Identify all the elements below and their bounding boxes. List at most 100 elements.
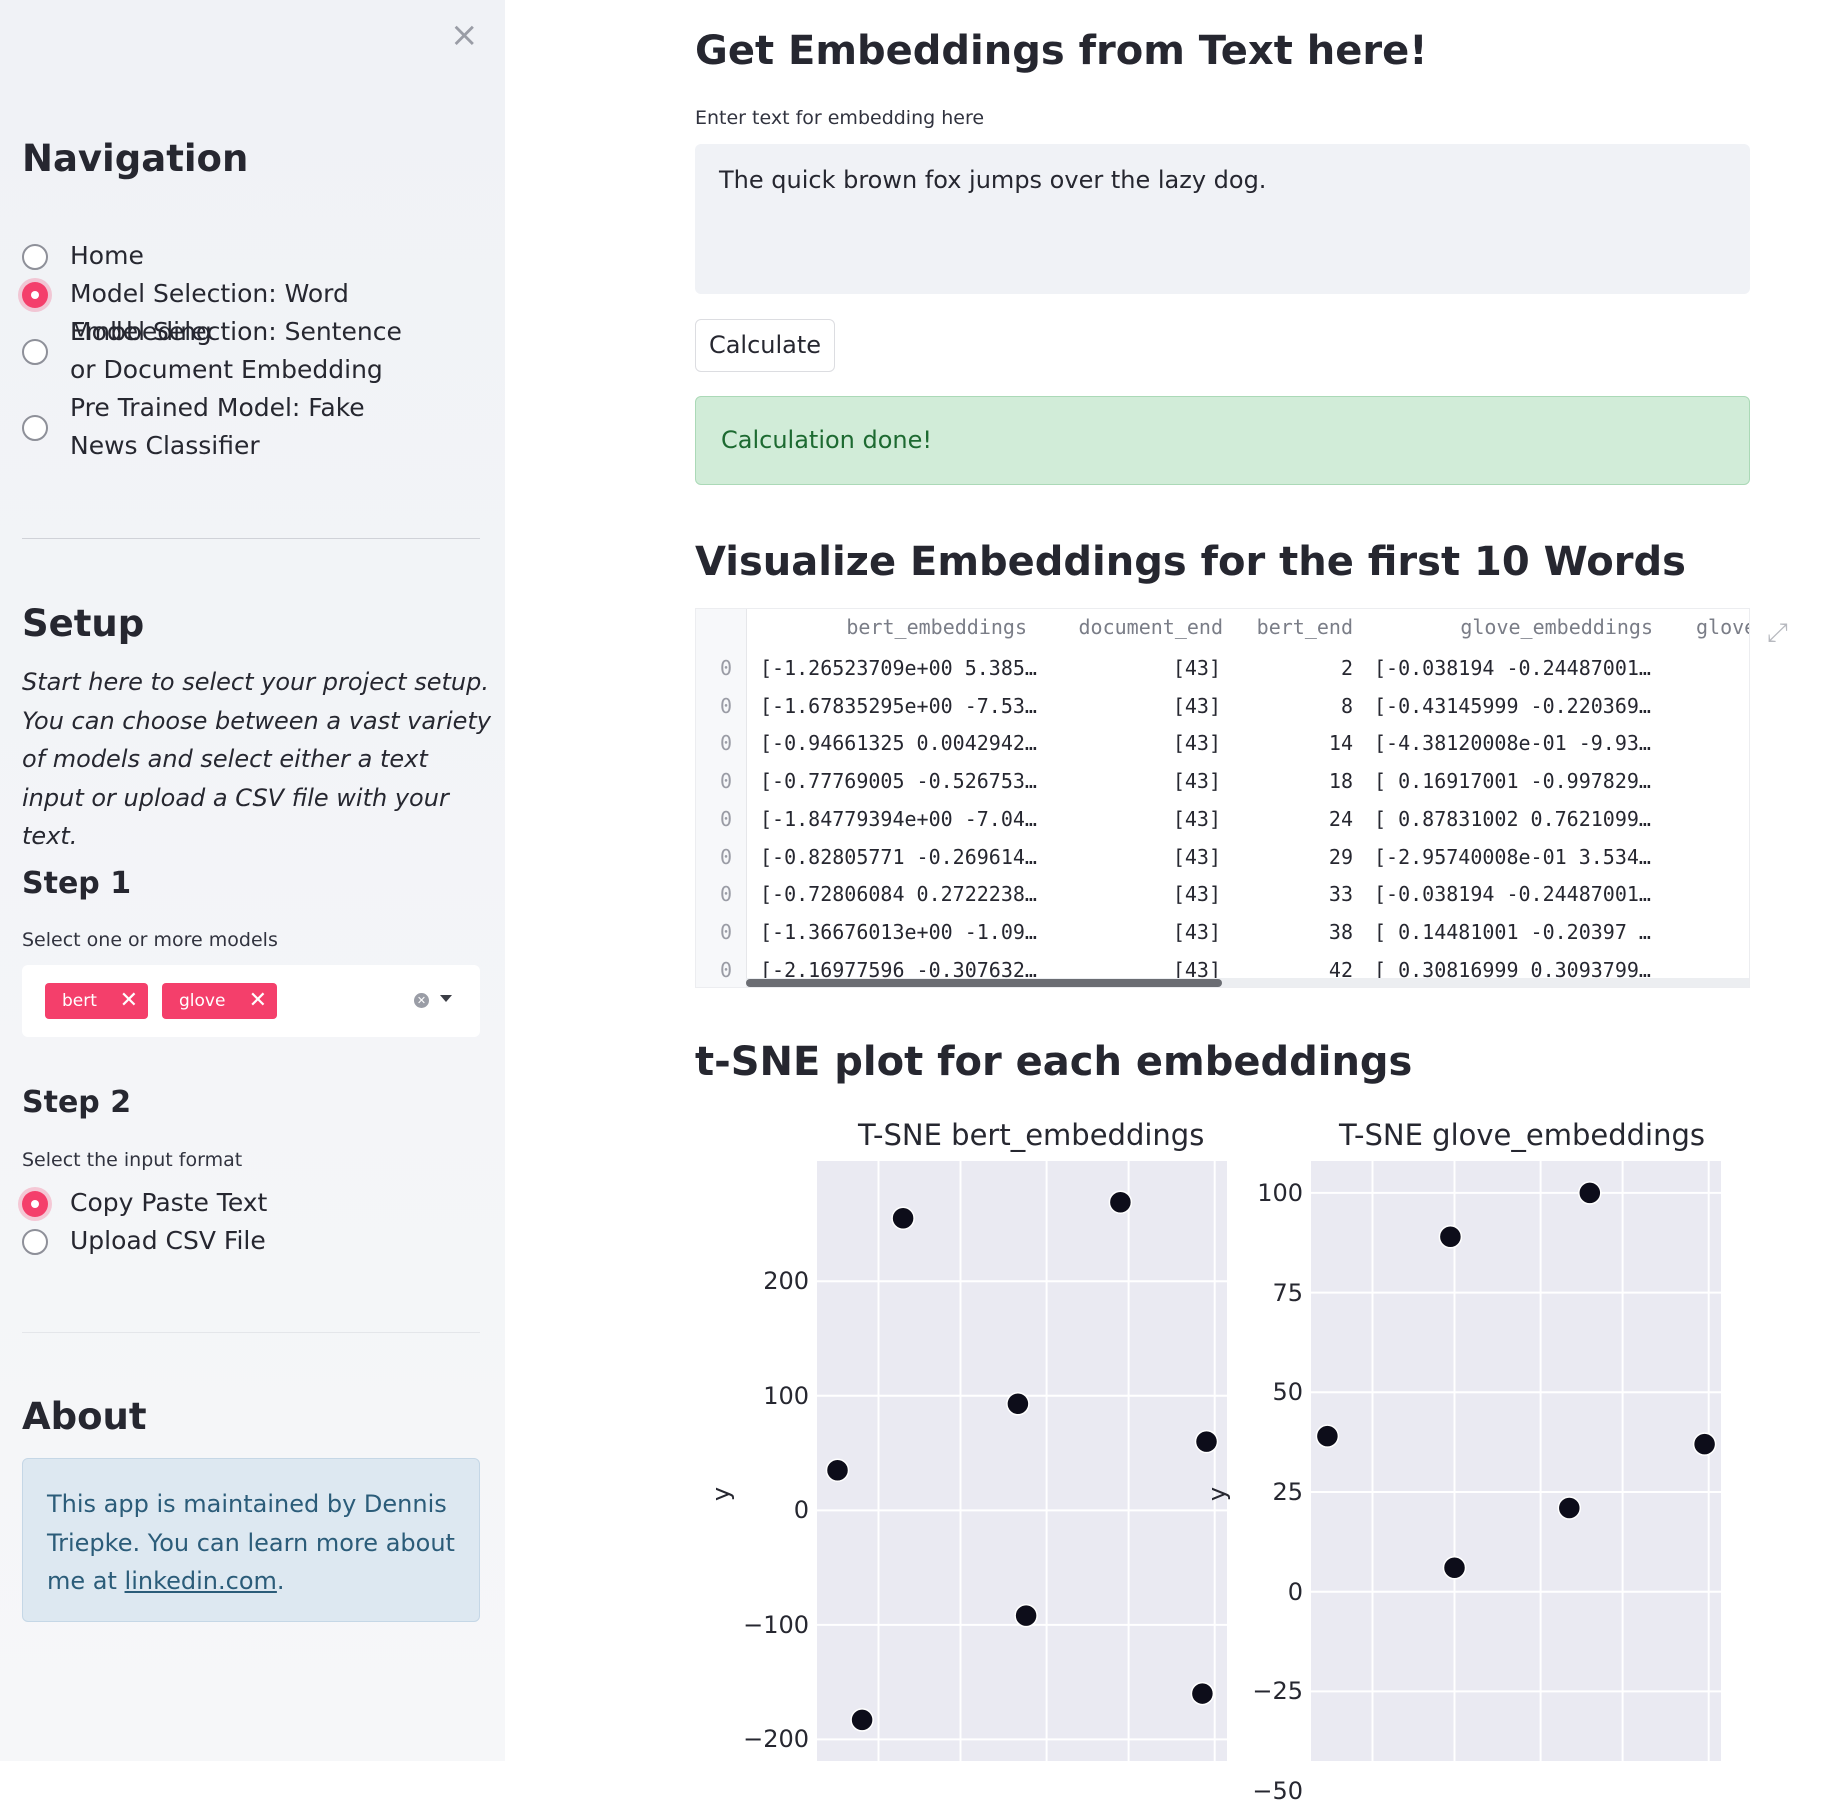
- glove-embeddings-cell: [ 0.87831002 0.7621099…: [1374, 806, 1651, 831]
- model-tag-bert: bert ✕: [45, 983, 148, 1019]
- bert-embeddings-cell: [-0.94661325 0.0042942…: [760, 731, 1037, 756]
- column-header[interactable]: glove: [1696, 615, 1749, 639]
- scatter-point: [825, 1458, 850, 1482]
- radio-copy-paste-text[interactable]: Copy Paste Text: [22, 1184, 470, 1222]
- table-row[interactable]: 0 [-0.77769005 -0.526753… [43] 18 [ 0.169170…: [696, 762, 1749, 800]
- bert-end-cell: 14: [1328, 731, 1353, 756]
- row-index: 0: [720, 919, 733, 944]
- glove-embeddings-cell: [-4.38120008e-01 -9.93…: [1374, 731, 1651, 756]
- nav-radio-label: Home: [70, 241, 144, 270]
- y-tick-label: 100: [1257, 1178, 1303, 1207]
- glove-embeddings-cell: [-2.95740008e-01 3.534…: [1374, 844, 1651, 869]
- column-header[interactable]: document_end: [1079, 615, 1224, 639]
- column-header[interactable]: bert_embeddings: [846, 615, 1027, 639]
- main-content: Get Embeddings from Text here! Enter tex…: [505, 0, 1822, 1805]
- glove-embeddings-cell: [ 0.16917001 -0.997829…: [1374, 769, 1651, 794]
- y-tick-label: 0: [1287, 1577, 1303, 1606]
- document-end-cell: [43]: [1172, 656, 1221, 680]
- model-multiselect[interactable]: bert ✕ glove ✕ ✕: [22, 965, 480, 1037]
- y-tick-label: −100: [743, 1610, 809, 1639]
- column-header[interactable]: bert_end: [1257, 615, 1353, 639]
- bert-embeddings-cell: [-0.72806084 0.2722238…: [760, 882, 1037, 907]
- navigation-title: Navigation: [22, 137, 249, 180]
- calculate-button[interactable]: Calculate: [695, 319, 835, 372]
- scrollbar-thumb[interactable]: [746, 979, 1222, 987]
- document-end-cell: [43]: [1172, 919, 1221, 944]
- table-row[interactable]: 0 [-1.84779394e+00 -7.04… [43] 24 [ 0.878310…: [696, 800, 1749, 838]
- embeddings-dataframe[interactable]: bert_embeddings document_end bert_end gl…: [695, 608, 1750, 988]
- table-row[interactable]: 0 [-0.82805771 -0.269614… [43] 29 [-2.957400…: [696, 838, 1749, 876]
- glove-embeddings-cell: [-0.43145999 -0.220369…: [1374, 693, 1651, 718]
- row-index: 0: [720, 769, 733, 794]
- embedding-text-area[interactable]: The quick brown fox jumps over the lazy …: [695, 144, 1750, 294]
- radio-unchecked-icon[interactable]: [22, 244, 48, 270]
- nav-radio-label: Pre Trained Model: Fake News Classifier: [70, 393, 365, 460]
- y-tick-label: 50: [1272, 1378, 1303, 1407]
- visualize-title: Visualize Embeddings for the first 10 Wo…: [695, 539, 1686, 585]
- scatter-point: [1108, 1190, 1133, 1214]
- table-row[interactable]: 0 [-0.72806084 0.2722238… [43] 33 [-0.038194…: [696, 875, 1749, 913]
- chart-title-glove: T-SNE glove_embeddings: [1339, 1118, 1705, 1152]
- bert-end-cell: 8: [1340, 693, 1353, 718]
- row-index: 0: [720, 806, 733, 831]
- table-row[interactable]: 0 [-1.26523709e+00 5.385… [43] 2 [-0.038194 …: [696, 649, 1749, 687]
- row-index: 0: [720, 656, 733, 680]
- about-info-box: This app is maintained by Dennis Triepke…: [22, 1458, 480, 1622]
- scatter-svg: [817, 1161, 1227, 1761]
- radio-upload-csv[interactable]: Upload CSV File: [22, 1222, 470, 1260]
- expand-icon[interactable]: ⤢: [1767, 618, 1788, 649]
- nav-radio-home[interactable]: Home: [22, 237, 470, 275]
- bert-end-cell: 2: [1340, 656, 1353, 680]
- row-index: 0: [720, 957, 733, 982]
- radio-checked-icon[interactable]: [22, 282, 48, 308]
- table-row[interactable]: 0 [-0.94661325 0.0042942… [43] 14 [-4.381200…: [696, 724, 1749, 762]
- remove-tag-icon[interactable]: ✕: [249, 983, 267, 1019]
- radio-unchecked-icon[interactable]: [22, 415, 48, 441]
- y-tick-label: 200: [763, 1267, 809, 1296]
- page-title: Get Embeddings from Text here!: [695, 28, 1428, 74]
- bert-embeddings-cell: [-1.84779394e+00 -7.04…: [760, 806, 1037, 831]
- radio-checked-icon[interactable]: [22, 1191, 48, 1217]
- y-tick-label: 75: [1272, 1278, 1303, 1307]
- sidebar-divider: [22, 1332, 480, 1333]
- document-end-cell: [43]: [1172, 844, 1221, 869]
- nav-radio-sentence-embedding[interactable]: Model Selection: Sentence or Document Em…: [22, 313, 410, 389]
- radio-label: Upload CSV File: [70, 1226, 266, 1255]
- bert-end-cell: 29: [1328, 844, 1353, 869]
- scatter-point: [1442, 1556, 1467, 1580]
- scatter-point: [1315, 1424, 1340, 1448]
- step2-title: Step 2: [22, 1085, 132, 1120]
- y-tick-label: −50: [1252, 1777, 1303, 1805]
- model-tag-glove: glove ✕: [162, 983, 277, 1019]
- bert-end-cell: 24: [1328, 806, 1353, 831]
- radio-label: Copy Paste Text: [70, 1188, 268, 1217]
- step1-label: Select one or more models: [22, 929, 278, 951]
- close-sidebar-icon[interactable]: ×: [450, 18, 479, 52]
- row-index: 0: [720, 731, 733, 756]
- horizontal-scrollbar[interactable]: [746, 978, 1749, 987]
- radio-unchecked-icon[interactable]: [22, 1229, 48, 1255]
- nav-radio-fake-news[interactable]: Pre Trained Model: Fake News Classifier: [22, 389, 410, 465]
- sidebar-divider: [22, 538, 480, 539]
- about-title: About: [22, 1395, 147, 1438]
- linkedin-link[interactable]: linkedin.com: [125, 1567, 277, 1595]
- clear-all-icon[interactable]: ✕: [414, 993, 429, 1008]
- column-header[interactable]: glove_embeddings: [1460, 615, 1653, 639]
- table-row[interactable]: 0 [-1.67835295e+00 -7.53… [43] 8 [-0.4314599…: [696, 687, 1749, 725]
- glove-embeddings-cell: [-0.038194 -0.24487001…: [1374, 656, 1651, 680]
- row-index: 0: [720, 693, 733, 718]
- step1-title: Step 1: [22, 866, 132, 901]
- y-tick-label: 0: [793, 1496, 809, 1525]
- nav-radio-label: Model Selection: Sentence or Document Em…: [70, 317, 402, 384]
- tsne-title: t-SNE plot for each embeddings: [695, 1039, 1413, 1085]
- chevron-down-icon[interactable]: [440, 995, 452, 1002]
- remove-tag-icon[interactable]: ✕: [120, 983, 138, 1019]
- glove-embeddings-cell: [ 0.14481001 -0.20397 …: [1374, 919, 1651, 944]
- y-tick-label: −200: [743, 1725, 809, 1754]
- y-tick-label: 100: [763, 1381, 809, 1410]
- setup-description: Start here to select your project setup.…: [22, 668, 491, 850]
- radio-unchecked-icon[interactable]: [22, 339, 48, 365]
- scatter-svg: [1311, 1161, 1721, 1761]
- bert-embeddings-cell: [-0.82805771 -0.269614…: [760, 844, 1037, 869]
- table-row[interactable]: 0 [-1.36676013e+00 -1.09… [43] 38 [ 0.144810…: [696, 913, 1749, 951]
